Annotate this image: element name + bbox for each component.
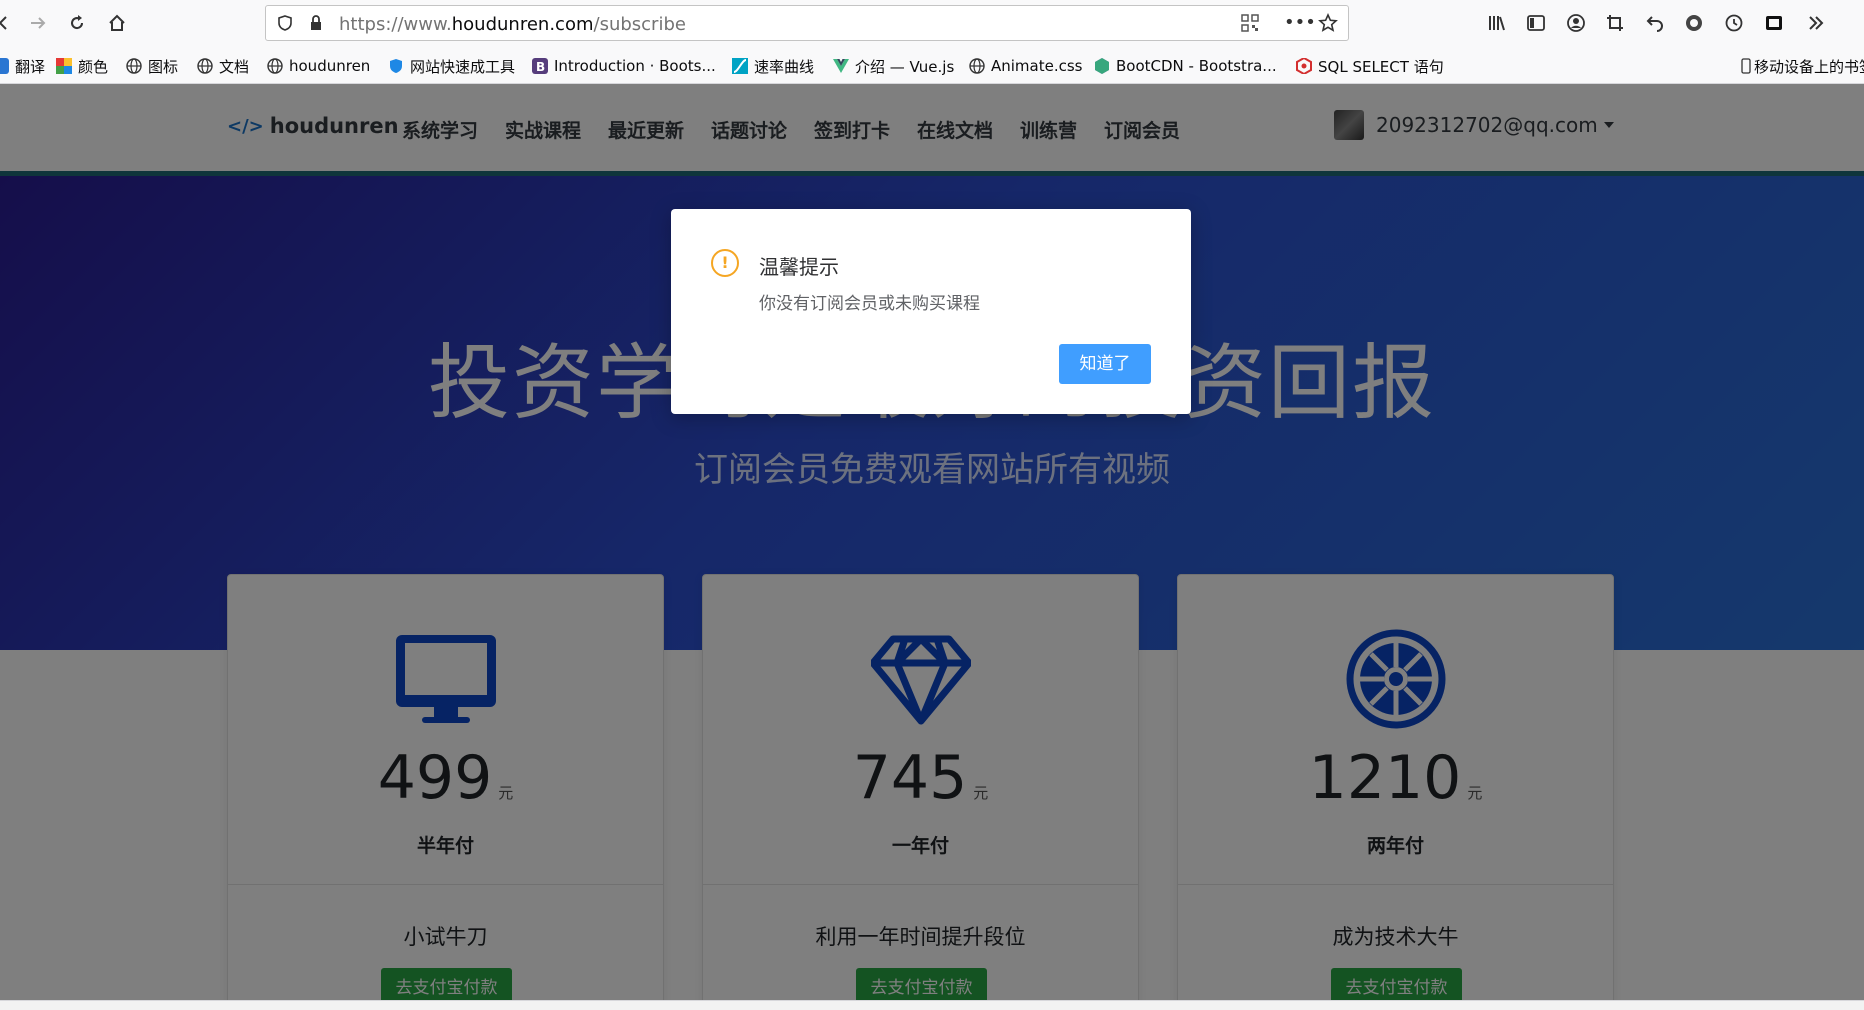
bookmark-item[interactable]: 文档 — [196, 56, 249, 76]
bookmark-label: Animate.css — [991, 57, 1083, 75]
address-bar[interactable]: https://www.houdunren.com/subscribe ••• — [265, 5, 1349, 41]
reload-icon[interactable] — [63, 9, 91, 37]
bookmark-item[interactable]: SQL SELECT 语句 — [1295, 56, 1444, 76]
globe-icon — [196, 57, 214, 75]
globe-icon — [125, 57, 143, 75]
url-text[interactable]: https://www.houdunren.com/subscribe — [339, 14, 686, 35]
bookmark-label: 网站快速成工具 — [410, 57, 516, 76]
color-palette-icon — [55, 57, 73, 75]
url-path: /subscribe — [593, 14, 686, 35]
translate-icon — [0, 57, 10, 75]
qr-code-icon[interactable] — [1241, 14, 1259, 36]
alert-dialog: ! 温馨提示 你没有订阅会员或未购买课程 知道了 — [671, 209, 1191, 414]
mobile-device-icon — [1740, 57, 1752, 75]
tracking-shield-icon[interactable] — [276, 14, 294, 36]
bookmark-star-icon[interactable] — [1318, 13, 1338, 37]
undo-icon[interactable] — [1641, 9, 1669, 37]
bookmark-label: 颜色 — [78, 57, 109, 76]
bookmark-item[interactable]: B Introduction · Boots... — [531, 56, 716, 76]
bookmark-item[interactable]: houdunren — [266, 56, 370, 76]
mobile-bookmarks-folder[interactable]: 移动设备上的书签 — [1740, 56, 1864, 76]
globe-icon — [968, 57, 986, 75]
account-icon[interactable] — [1562, 9, 1590, 37]
overflow-menu-icon[interactable] — [1802, 9, 1830, 37]
dialog-title: 温馨提示 — [759, 255, 839, 279]
bookmark-label: 翻译 — [15, 57, 46, 76]
history-icon[interactable] — [1720, 9, 1748, 37]
bookmark-label: 图标 — [148, 57, 179, 76]
library-icon[interactable] — [1483, 9, 1511, 37]
curve-icon — [731, 57, 749, 75]
confirm-button[interactable]: 知道了 — [1059, 344, 1151, 384]
bookmark-item[interactable]: 介绍 — Vue.js — [832, 56, 954, 76]
dialog-message: 你没有订阅会员或未购买课程 — [759, 294, 980, 314]
bookmarks-toolbar: 翻译 颜色 图标 文档 houdunren 网站快速成工具 B Introduc… — [0, 46, 1864, 84]
screenshot-icon[interactable] — [1760, 9, 1788, 37]
bookmark-item[interactable]: 翻译 — [0, 56, 45, 76]
back-icon[interactable] — [0, 9, 18, 37]
bookmark-label: 速率曲线 — [754, 57, 815, 76]
bootstrap-icon: B — [531, 57, 549, 75]
shield-icon — [387, 57, 405, 75]
sidebar-icon[interactable] — [1522, 9, 1550, 37]
bookmark-item[interactable]: 图标 — [125, 56, 178, 76]
bookmark-item[interactable]: 网站快速成工具 — [387, 56, 515, 76]
cdn-icon — [1093, 57, 1111, 75]
url-prefix: https://www. — [339, 14, 452, 35]
bookmark-label: 介绍 — Vue.js — [855, 57, 955, 76]
lock-icon[interactable] — [307, 14, 325, 36]
extension-icon[interactable] — [1680, 9, 1708, 37]
forward-icon[interactable] — [24, 9, 52, 37]
url-domain: houdunren.com — [451, 14, 594, 35]
bookmark-label: 文档 — [219, 57, 250, 76]
vue-icon — [832, 57, 850, 75]
browser-toolbar: https://www.houdunren.com/subscribe ••• — [0, 0, 1864, 46]
page-actions-icon[interactable]: ••• — [1284, 12, 1316, 33]
bookmark-label: Introduction · Boots... — [554, 57, 716, 75]
home-icon[interactable] — [103, 9, 131, 37]
bookmark-item[interactable]: BootCDN - Bootstra... — [1093, 56, 1277, 76]
warning-icon: ! — [711, 249, 739, 277]
bookmark-label: houdunren — [289, 57, 371, 75]
bookmark-label: 移动设备上的书签 — [1754, 57, 1864, 76]
bookmark-label: SQL SELECT 语句 — [1318, 57, 1444, 76]
status-bar — [0, 1000, 1864, 1010]
w3-icon — [1295, 57, 1313, 75]
bookmark-item[interactable]: 颜色 — [55, 56, 108, 76]
bookmark-label: BootCDN - Bootstra... — [1116, 57, 1277, 75]
svg-text:B: B — [536, 60, 545, 74]
globe-icon — [266, 57, 284, 75]
bookmark-item[interactable]: 速率曲线 — [731, 56, 814, 76]
bookmark-item[interactable]: Animate.css — [968, 56, 1083, 76]
crop-icon[interactable] — [1601, 9, 1629, 37]
